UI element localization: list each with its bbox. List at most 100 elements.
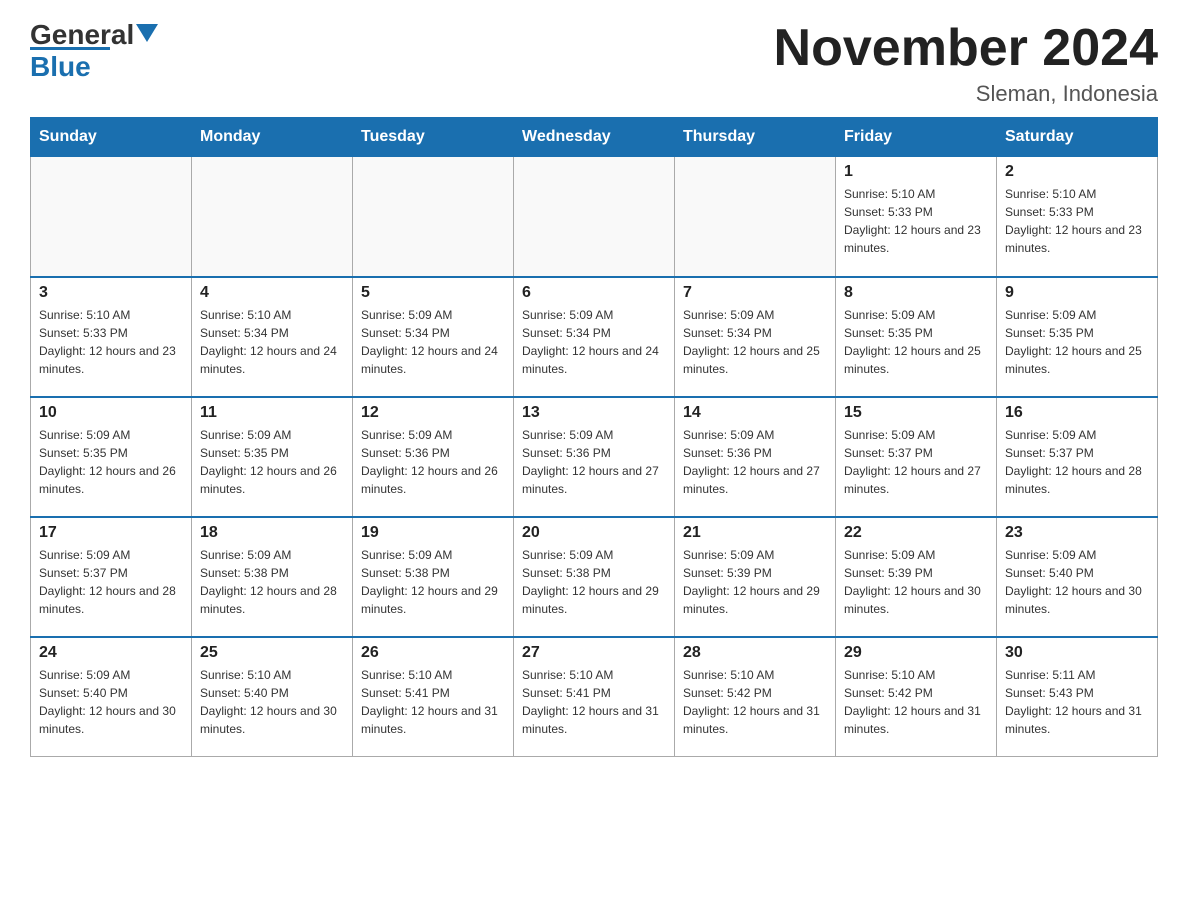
- day-number: 23: [1005, 524, 1149, 542]
- day-number: 15: [844, 404, 988, 422]
- calendar-cell: 18 Sunrise: 5:09 AMSunset: 5:38 PMDayligh…: [192, 517, 353, 637]
- calendar-cell: 3 Sunrise: 5:10 AMSunset: 5:33 PMDaylight…: [31, 277, 192, 397]
- day-number: 30: [1005, 644, 1149, 662]
- calendar-cell: 20 Sunrise: 5:09 AMSunset: 5:38 PMDayligh…: [514, 517, 675, 637]
- day-info: Sunrise: 5:09 AMSunset: 5:38 PMDaylight:…: [200, 546, 344, 618]
- calendar-cell: 24 Sunrise: 5:09 AMSunset: 5:40 PMDayligh…: [31, 637, 192, 757]
- day-number: 27: [522, 644, 666, 662]
- weekday-header-wednesday: Wednesday: [514, 118, 675, 157]
- calendar-cell: 12 Sunrise: 5:09 AMSunset: 5:36 PMDayligh…: [353, 397, 514, 517]
- calendar-cell: 9Sunrise: 5:09 AMSunset: 5:35 PMDaylight…: [997, 277, 1158, 397]
- day-info: Sunrise: 5:09 AMSunset: 5:37 PMDaylight:…: [39, 546, 183, 618]
- weekday-header-monday: Monday: [192, 118, 353, 157]
- day-info: Sunrise: 5:09 AMSunset: 5:40 PMDaylight:…: [39, 666, 183, 738]
- day-number: 4: [200, 284, 344, 302]
- day-info: Sunrise: 5:09 AMSunset: 5:39 PMDaylight:…: [844, 546, 988, 618]
- day-number: 13: [522, 404, 666, 422]
- calendar-cell: 27Sunrise: 5:10 AMSunset: 5:41 PMDayligh…: [514, 637, 675, 757]
- day-info: Sunrise: 5:10 AMSunset: 5:33 PMDaylight:…: [1005, 185, 1149, 257]
- day-number: 5: [361, 284, 505, 302]
- day-info: Sunrise: 5:09 AMSunset: 5:34 PMDaylight:…: [361, 306, 505, 378]
- day-info: Sunrise: 5:10 AMSunset: 5:41 PMDaylight:…: [361, 666, 505, 738]
- day-number: 24: [39, 644, 183, 662]
- day-info: Sunrise: 5:09 AMSunset: 5:37 PMDaylight:…: [1005, 426, 1149, 498]
- calendar-cell: 2 Sunrise: 5:10 AMSunset: 5:33 PMDaylight…: [997, 157, 1158, 277]
- day-number: 6: [522, 284, 666, 302]
- calendar-cell: 22 Sunrise: 5:09 AMSunset: 5:39 PMDayligh…: [836, 517, 997, 637]
- logo-text-blue: Blue: [30, 51, 91, 82]
- calendar-cell: [514, 157, 675, 277]
- day-number: 25: [200, 644, 344, 662]
- day-number: 12: [361, 404, 505, 422]
- calendar-cell: [192, 157, 353, 277]
- calendar-cell: 26 Sunrise: 5:10 AMSunset: 5:41 PMDayligh…: [353, 637, 514, 757]
- day-number: 28: [683, 644, 827, 662]
- day-info: Sunrise: 5:10 AMSunset: 5:33 PMDaylight:…: [39, 306, 183, 378]
- weekday-header-sunday: Sunday: [31, 118, 192, 157]
- weekday-header-friday: Friday: [836, 118, 997, 157]
- day-info: Sunrise: 5:10 AMSunset: 5:42 PMDaylight:…: [844, 666, 988, 738]
- day-info: Sunrise: 5:11 AMSunset: 5:43 PMDaylight:…: [1005, 666, 1149, 738]
- calendar-cell: 15Sunrise: 5:09 AMSunset: 5:37 PMDayligh…: [836, 397, 997, 517]
- calendar-cell: 8 Sunrise: 5:09 AMSunset: 5:35 PMDaylight…: [836, 277, 997, 397]
- day-info: Sunrise: 5:09 AMSunset: 5:38 PMDaylight:…: [361, 546, 505, 618]
- calendar-cell: 11 Sunrise: 5:09 AMSunset: 5:35 PMDayligh…: [192, 397, 353, 517]
- day-number: 11: [200, 404, 344, 422]
- weekday-header-thursday: Thursday: [675, 118, 836, 157]
- day-info: Sunrise: 5:09 AMSunset: 5:35 PMDaylight:…: [39, 426, 183, 498]
- day-number: 1: [844, 163, 988, 181]
- calendar-cell: 13 Sunrise: 5:09 AMSunset: 5:36 PMDayligh…: [514, 397, 675, 517]
- day-number: 10: [39, 404, 183, 422]
- logo-triangle-icon: [136, 24, 158, 42]
- day-info: Sunrise: 5:10 AMSunset: 5:42 PMDaylight:…: [683, 666, 827, 738]
- calendar-week-row: 10 Sunrise: 5:09 AMSunset: 5:35 PMDayligh…: [31, 397, 1158, 517]
- day-info: Sunrise: 5:10 AMSunset: 5:40 PMDaylight:…: [200, 666, 344, 738]
- day-number: 20: [522, 524, 666, 542]
- day-number: 19: [361, 524, 505, 542]
- day-info: Sunrise: 5:09 AMSunset: 5:35 PMDaylight:…: [844, 306, 988, 378]
- day-number: 21: [683, 524, 827, 542]
- day-number: 7: [683, 284, 827, 302]
- logo: General Blue: [30, 20, 158, 83]
- day-info: Sunrise: 5:10 AMSunset: 5:33 PMDaylight:…: [844, 185, 988, 257]
- calendar-cell: 25 Sunrise: 5:10 AMSunset: 5:40 PMDayligh…: [192, 637, 353, 757]
- day-number: 3: [39, 284, 183, 302]
- weekday-header-row: SundayMondayTuesdayWednesdayThursdayFrid…: [31, 118, 1158, 157]
- day-number: 26: [361, 644, 505, 662]
- day-info: Sunrise: 5:09 AMSunset: 5:36 PMDaylight:…: [522, 426, 666, 498]
- title-section: November 2024 Sleman, Indonesia: [774, 20, 1158, 107]
- day-info: Sunrise: 5:09 AMSunset: 5:34 PMDaylight:…: [522, 306, 666, 378]
- calendar-cell: 16Sunrise: 5:09 AMSunset: 5:37 PMDayligh…: [997, 397, 1158, 517]
- day-number: 14: [683, 404, 827, 422]
- day-info: Sunrise: 5:09 AMSunset: 5:36 PMDaylight:…: [683, 426, 827, 498]
- day-info: Sunrise: 5:09 AMSunset: 5:36 PMDaylight:…: [361, 426, 505, 498]
- calendar-cell: 4 Sunrise: 5:10 AMSunset: 5:34 PMDaylight…: [192, 277, 353, 397]
- calendar-cell: 21Sunrise: 5:09 AMSunset: 5:39 PMDayligh…: [675, 517, 836, 637]
- day-info: Sunrise: 5:09 AMSunset: 5:38 PMDaylight:…: [522, 546, 666, 618]
- calendar-table: SundayMondayTuesdayWednesdayThursdayFrid…: [30, 117, 1158, 757]
- day-number: 18: [200, 524, 344, 542]
- day-info: Sunrise: 5:09 AMSunset: 5:35 PMDaylight:…: [1005, 306, 1149, 378]
- day-number: 29: [844, 644, 988, 662]
- calendar-week-row: 17Sunrise: 5:09 AMSunset: 5:37 PMDayligh…: [31, 517, 1158, 637]
- day-info: Sunrise: 5:09 AMSunset: 5:35 PMDaylight:…: [200, 426, 344, 498]
- calendar-cell: 17Sunrise: 5:09 AMSunset: 5:37 PMDayligh…: [31, 517, 192, 637]
- day-number: 22: [844, 524, 988, 542]
- calendar-cell: 1 Sunrise: 5:10 AMSunset: 5:33 PMDaylight…: [836, 157, 997, 277]
- calendar-cell: 10 Sunrise: 5:09 AMSunset: 5:35 PMDayligh…: [31, 397, 192, 517]
- day-info: Sunrise: 5:10 AMSunset: 5:34 PMDaylight:…: [200, 306, 344, 378]
- calendar-title: November 2024: [774, 20, 1158, 77]
- day-number: 8: [844, 284, 988, 302]
- weekday-header-saturday: Saturday: [997, 118, 1158, 157]
- calendar-cell: [675, 157, 836, 277]
- day-info: Sunrise: 5:09 AMSunset: 5:34 PMDaylight:…: [683, 306, 827, 378]
- weekday-header-tuesday: Tuesday: [353, 118, 514, 157]
- calendar-cell: 5 Sunrise: 5:09 AMSunset: 5:34 PMDaylight…: [353, 277, 514, 397]
- day-number: 2: [1005, 163, 1149, 181]
- calendar-subtitle: Sleman, Indonesia: [774, 81, 1158, 107]
- page-header: General Blue November 2024 Sleman, Indon…: [30, 20, 1158, 107]
- calendar-cell: 7 Sunrise: 5:09 AMSunset: 5:34 PMDaylight…: [675, 277, 836, 397]
- calendar-week-row: 24 Sunrise: 5:09 AMSunset: 5:40 PMDayligh…: [31, 637, 1158, 757]
- day-info: Sunrise: 5:09 AMSunset: 5:40 PMDaylight:…: [1005, 546, 1149, 618]
- calendar-cell: [353, 157, 514, 277]
